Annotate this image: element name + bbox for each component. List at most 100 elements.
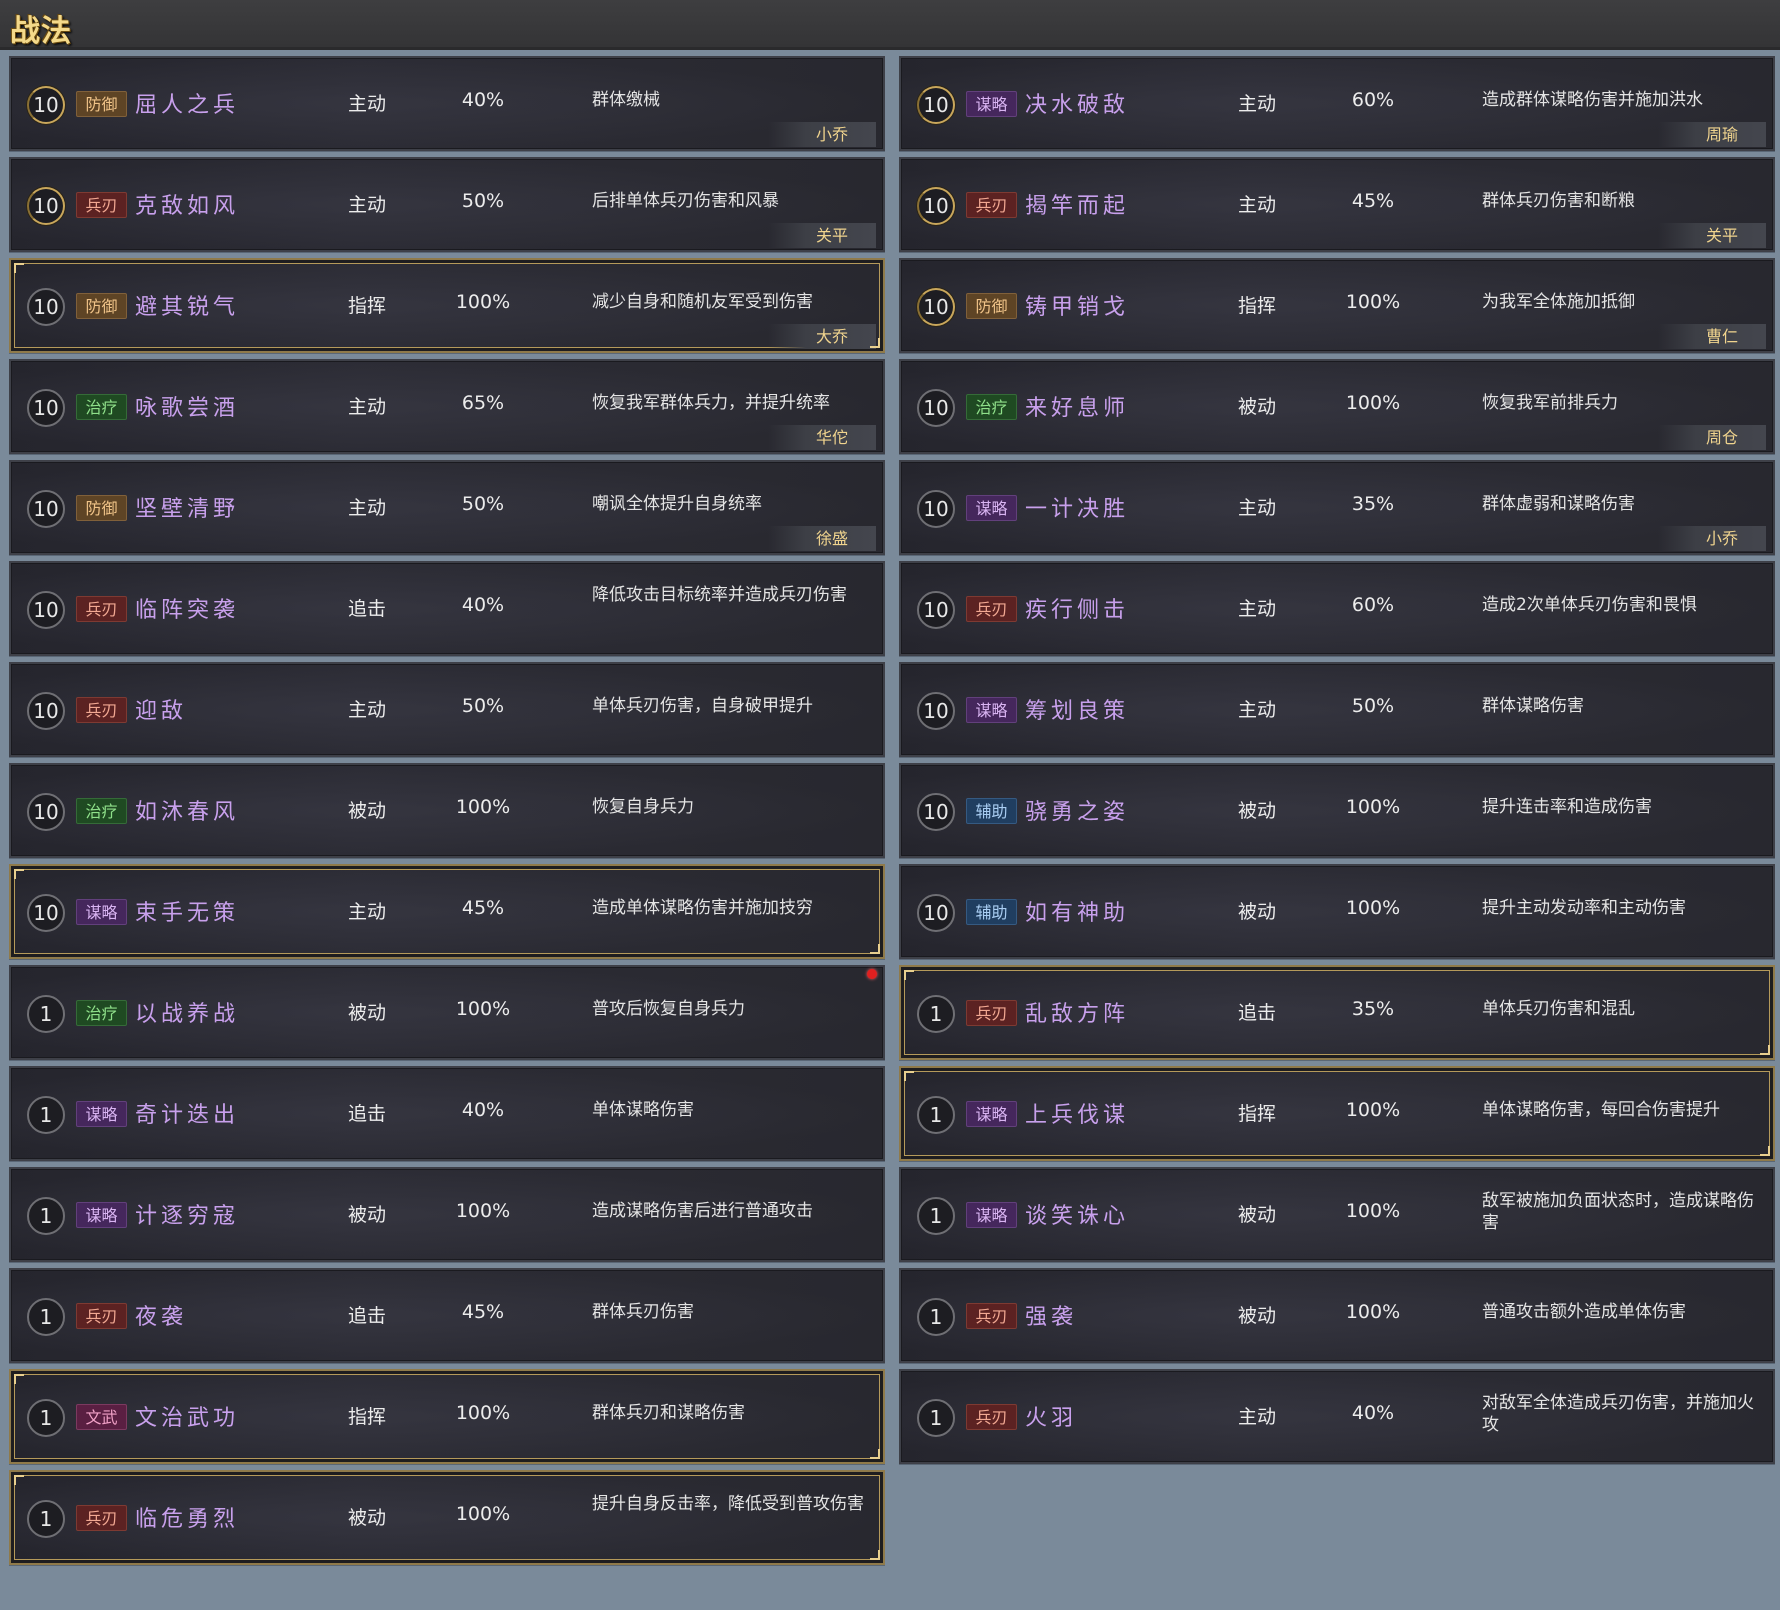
tactic-type-tag: 谋略 <box>966 1101 1017 1127</box>
tactic-card[interactable]: 1 兵刃 夜袭 追击 45% 群体兵刃伤害 <box>9 1268 885 1363</box>
tactic-name: 奇计迭出 <box>135 1103 240 1128</box>
tactic-kind: 主动 <box>348 901 387 923</box>
tactic-name: 文治武功 <box>135 1406 240 1431</box>
tactic-card[interactable]: 10 兵刃 克敌如风 主动 50% 后排单体兵刃伤害和风暴 关平 <box>9 157 885 252</box>
tactic-description: 降低攻击目标统率并造成兵刃伤害 <box>592 585 847 605</box>
tactic-card[interactable]: 10 防御 铸甲销戈 指挥 100% 为我军全体施加抵御 曹仁 <box>899 258 1775 353</box>
tactic-name: 克敌如风 <box>135 194 240 219</box>
tactic-card[interactable]: 1 谋略 谈笑诛心 被动 100% 敌军被施加负面状态时，造成谋略伤害 <box>899 1167 1775 1262</box>
tactic-type-tag: 治疗 <box>76 798 127 824</box>
tactic-description: 群体谋略伤害 <box>1482 696 1584 716</box>
tactic-level-badge: 10 <box>27 692 65 730</box>
equipped-hero-label: 关平 <box>768 223 876 248</box>
tactic-card[interactable]: 10 防御 避其锐气 指挥 100% 减少自身和随机友军受到伤害 大乔 <box>9 258 885 353</box>
tactic-card[interactable]: 10 谋略 束手无策 主动 45% 造成单体谋略伤害并施加技穷 <box>9 864 885 959</box>
tactic-kind: 主动 <box>348 93 387 115</box>
equipped-hero-label: 小乔 <box>768 122 876 147</box>
tactic-kind: 追击 <box>1238 1002 1277 1024</box>
tactic-card[interactable]: 1 谋略 上兵伐谋 指挥 100% 单体谋略伤害，每回合伤害提升 <box>899 1066 1775 1161</box>
tactic-rate: 100% <box>1345 291 1401 313</box>
tactic-description: 造成谋略伤害后进行普通攻击 <box>592 1201 813 1221</box>
tactics-list-right: 10 谋略 决水破敌 主动 60% 造成群体谋略伤害并施加洪水 周瑜 10 兵刃 揭竿而起 主动 45… <box>899 56 1775 1470</box>
tactic-rate: 100% <box>1345 897 1401 919</box>
tactic-kind: 主动 <box>1238 699 1277 721</box>
tactic-level-badge: 10 <box>917 793 955 831</box>
tactic-description: 为我军全体施加抵御 <box>1482 292 1635 312</box>
tactic-level-badge: 10 <box>917 288 955 326</box>
tactic-card[interactable]: 10 兵刃 迎敌 主动 50% 单体兵刃伤害，自身破甲提升 <box>9 662 885 757</box>
tactic-type-tag: 防御 <box>76 495 127 521</box>
tactic-rate: 100% <box>455 1402 511 1424</box>
tactic-level-badge: 10 <box>917 187 955 225</box>
tactic-description: 造成单体谋略伤害并施加技穷 <box>592 898 813 918</box>
tactic-description: 嘲讽全体提升自身统率 <box>592 494 762 514</box>
tactic-card[interactable]: 10 辅助 骁勇之姿 被动 100% 提升连击率和造成伤害 <box>899 763 1775 858</box>
tactic-card[interactable]: 10 治疗 来好息师 被动 100% 恢复我军前排兵力 周仓 <box>899 359 1775 454</box>
equipped-hero-label: 曹仁 <box>1658 324 1766 349</box>
tactic-card[interactable]: 1 文武 文治武功 指挥 100% 群体兵刃和谋略伤害 <box>9 1369 885 1464</box>
tactic-card[interactable]: 1 兵刃 临危勇烈 被动 100% 提升自身反击率，降低受到普攻伤害 <box>9 1470 885 1565</box>
tactic-kind: 被动 <box>348 1204 387 1226</box>
tactic-card[interactable]: 10 兵刃 临阵突袭 追击 40% 降低攻击目标统率并造成兵刃伤害 <box>9 561 885 656</box>
tactic-rate: 40% <box>461 1099 505 1121</box>
tactic-type-tag: 防御 <box>76 91 127 117</box>
tactic-card[interactable]: 10 治疗 如沐春风 被动 100% 恢复自身兵力 <box>9 763 885 858</box>
tactic-card[interactable]: 10 谋略 决水破敌 主动 60% 造成群体谋略伤害并施加洪水 周瑜 <box>899 56 1775 151</box>
tactic-name: 咏歌尝酒 <box>135 396 240 421</box>
tactic-card[interactable]: 1 兵刃 强袭 被动 100% 普通攻击额外造成单体伤害 <box>899 1268 1775 1363</box>
tactic-kind: 被动 <box>1238 396 1277 418</box>
tactic-type-tag: 兵刃 <box>966 596 1017 622</box>
tactic-description: 单体谋略伤害 <box>592 1100 694 1120</box>
tactic-card[interactable]: 10 防御 坚壁清野 主动 50% 嘲讽全体提升自身统率 徐盛 <box>9 460 885 555</box>
tactic-description: 恢复我军群体兵力，并提升统率 <box>592 393 830 413</box>
tactic-level-badge: 10 <box>27 86 65 124</box>
tactic-card[interactable]: 1 谋略 奇计迭出 追击 40% 单体谋略伤害 <box>9 1066 885 1161</box>
equipped-hero-label: 华佗 <box>768 425 876 450</box>
tactic-kind: 主动 <box>1238 194 1277 216</box>
tactic-type-tag: 治疗 <box>76 394 127 420</box>
tactic-rate: 50% <box>461 493 505 515</box>
tactic-card[interactable]: 1 治疗 以战养战 被动 100% 普攻后恢复自身兵力 <box>9 965 885 1060</box>
tactic-name: 夜袭 <box>135 1305 188 1330</box>
tactic-type-tag: 谋略 <box>76 1202 127 1228</box>
tactic-name: 临危勇烈 <box>135 1507 240 1532</box>
tactic-name: 乱敌方阵 <box>1025 1002 1130 1027</box>
tactic-rate: 40% <box>1351 1402 1395 1424</box>
tactic-name: 来好息师 <box>1025 396 1130 421</box>
tactic-type-tag: 防御 <box>76 293 127 319</box>
tactic-card[interactable]: 10 辅助 如有神助 被动 100% 提升主动发动率和主动伤害 <box>899 864 1775 959</box>
tactic-card[interactable]: 1 谋略 计逐穷寇 被动 100% 造成谋略伤害后进行普通攻击 <box>9 1167 885 1262</box>
tactic-name: 计逐穷寇 <box>135 1204 240 1229</box>
tactic-card[interactable]: 10 兵刃 揭竿而起 主动 45% 群体兵刃伤害和断粮 关平 <box>899 157 1775 252</box>
tactic-rate: 100% <box>1345 1301 1401 1323</box>
tactic-rate: 100% <box>455 291 511 313</box>
new-badge-dot-icon <box>867 969 877 979</box>
tactic-kind: 指挥 <box>348 295 387 317</box>
tactic-description: 恢复自身兵力 <box>592 797 694 817</box>
tactic-card[interactable]: 10 治疗 咏歌尝酒 主动 65% 恢复我军群体兵力，并提升统率 华佗 <box>9 359 885 454</box>
tactic-type-tag: 谋略 <box>966 1202 1017 1228</box>
tactic-type-tag: 治疗 <box>76 1000 127 1026</box>
tactic-kind: 主动 <box>348 699 387 721</box>
tactic-type-tag: 谋略 <box>966 697 1017 723</box>
tactic-level-badge: 1 <box>917 995 955 1033</box>
tactic-card[interactable]: 1 兵刃 火羽 主动 40% 对敌军全体造成兵刃伤害，并施加火攻 <box>899 1369 1775 1464</box>
tactic-card[interactable]: 10 谋略 一计决胜 主动 35% 群体虚弱和谋略伤害 小乔 <box>899 460 1775 555</box>
tactic-rate: 65% <box>461 392 505 414</box>
tactic-level-badge: 1 <box>27 1399 65 1437</box>
tactic-level-badge: 10 <box>27 288 65 326</box>
tactic-card[interactable]: 10 兵刃 疾行侧击 主动 60% 造成2次单体兵刃伤害和畏惧 <box>899 561 1775 656</box>
equipped-hero-label: 大乔 <box>768 324 876 349</box>
tactic-type-tag: 谋略 <box>76 1101 127 1127</box>
tactic-kind: 追击 <box>348 598 387 620</box>
tactic-card[interactable]: 1 兵刃 乱敌方阵 追击 35% 单体兵刃伤害和混乱 <box>899 965 1775 1060</box>
tactic-card[interactable]: 10 谋略 筹划良策 主动 50% 群体谋略伤害 <box>899 662 1775 757</box>
tactic-kind: 指挥 <box>348 1406 387 1428</box>
tactic-name: 如沐春风 <box>135 800 240 825</box>
tactic-rate: 35% <box>1351 998 1395 1020</box>
tactic-rate: 100% <box>455 1200 511 1222</box>
tactic-name: 谈笑诛心 <box>1025 1204 1130 1229</box>
tactic-description: 对敌军全体造成兵刃伤害，并施加火攻 <box>1482 1393 1754 1435</box>
tactic-name: 火羽 <box>1025 1406 1078 1431</box>
tactic-card[interactable]: 10 防御 屈人之兵 主动 40% 群体缴械 小乔 <box>9 56 885 151</box>
